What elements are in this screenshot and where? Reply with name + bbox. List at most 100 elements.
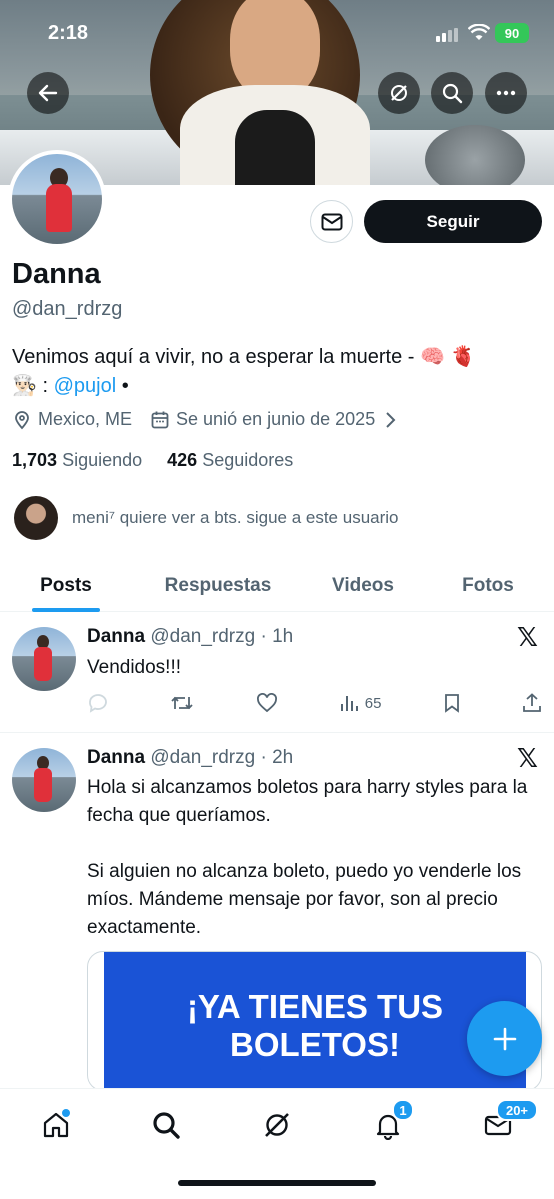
views-icon <box>340 696 358 711</box>
nav-search[interactable] <box>146 1105 186 1145</box>
search-icon <box>153 1112 180 1139</box>
profile-meta: Mexico, ME Se unió en junio de 2025 <box>12 409 397 430</box>
battery-icon: 90 <box>495 23 529 43</box>
tab-label: Fotos <box>462 575 514 596</box>
post-item[interactable]: Danna @dan_rdrzg · 1h 𝕏 Vendidos!!! 65 <box>0 612 554 733</box>
post-handle: @dan_rdrzg <box>150 626 256 647</box>
views-button[interactable]: 65 <box>339 693 382 713</box>
nav-home[interactable] <box>36 1105 76 1145</box>
home-indicator <box>178 1180 376 1186</box>
tab-respuestas[interactable]: Respuestas <box>132 560 304 612</box>
home-unread-dot <box>62 1109 70 1117</box>
messages-badge: 20+ <box>496 1099 538 1121</box>
wifi-icon <box>468 24 490 40</box>
repost-button[interactable] <box>170 693 194 713</box>
bio-line-1: Venimos aquí a vivir, no a esperar la mu… <box>12 346 476 368</box>
search-icon <box>442 83 463 104</box>
tab-posts[interactable]: Posts <box>0 560 132 612</box>
bookmark-button[interactable] <box>443 693 461 713</box>
grok-icon <box>391 85 407 101</box>
following-count: 1,703 <box>12 450 58 470</box>
tab-label: Posts <box>40 575 92 596</box>
back-arrow-icon <box>38 84 58 102</box>
message-button[interactable] <box>310 200 353 243</box>
search-button[interactable] <box>431 72 473 114</box>
followers-link[interactable]: 426 Seguidores <box>167 450 293 470</box>
profile-handle: @dan_rdrzg <box>12 298 123 320</box>
profile-bio: Venimos aquí a vivir, no a esperar la mu… <box>12 343 532 401</box>
profile-location: Mexico, ME <box>38 409 133 429</box>
status-bar: 2:18 90 <box>0 18 554 48</box>
notifications-badge: 1 <box>392 1099 414 1121</box>
reply-icon <box>89 694 107 713</box>
chevron-right-icon[interactable] <box>383 411 397 429</box>
share-button[interactable] <box>522 693 542 713</box>
post-time: · 1h <box>260 626 294 647</box>
follow-button[interactable]: Seguir <box>364 200 542 243</box>
media-card-text: ¡YA TIENES TUS BOLETOS! <box>186 988 444 1063</box>
tab-videos[interactable]: Videos <box>304 560 422 612</box>
messages-count: 20+ <box>505 1102 529 1118</box>
repost-icon <box>171 696 193 710</box>
bio-suffix: • <box>116 375 129 397</box>
grok-icon <box>265 1113 289 1137</box>
following-link[interactable]: 1,703 Siguiendo <box>12 450 142 470</box>
post-time: · 2h <box>260 747 294 768</box>
profile-tabs: Posts Respuestas Videos Fotos <box>0 560 554 612</box>
nav-grok[interactable] <box>257 1105 297 1145</box>
grok-button[interactable] <box>378 72 420 114</box>
mutual-text: meni⁷ quiere ver a bts. sigue a este usu… <box>72 508 399 527</box>
tab-label: Videos <box>332 575 394 596</box>
views-count: 65 <box>364 694 382 712</box>
mutual-follower[interactable]: meni⁷ quiere ver a bts. sigue a este usu… <box>14 496 399 540</box>
post-actions: 65 <box>87 688 542 718</box>
location-icon <box>15 410 29 429</box>
mutual-avatar <box>14 496 58 540</box>
post-text: Hola si alcanzamos boletos para harry st… <box>87 774 537 942</box>
post-avatar[interactable] <box>12 748 76 812</box>
post-author[interactable]: Danna <box>87 626 145 647</box>
media-card-image: ¡YA TIENES TUS BOLETOS! <box>104 952 526 1090</box>
share-icon <box>523 693 541 712</box>
post-handle: @dan_rdrzg <box>150 747 256 768</box>
post-text-paragraph: Si alguien no alcanza boleto, puedo yo v… <box>87 861 522 938</box>
profile-joined[interactable]: Se unió en junio de 2025 <box>176 409 375 430</box>
bio-line-2: 👨🏻‍🍳 : @pujol • <box>12 372 532 401</box>
status-time: 2:18 <box>48 22 89 44</box>
more-button[interactable] <box>485 72 527 114</box>
followers-label: Seguidores <box>202 450 294 470</box>
x-logo-icon: 𝕏 <box>517 743 538 773</box>
like-button[interactable] <box>256 693 278 713</box>
bio-prefix: 👨🏻‍🍳 : <box>12 375 54 397</box>
heart-icon <box>256 693 277 713</box>
post-header: Danna @dan_rdrzg · 1h <box>87 626 293 648</box>
plus-icon <box>493 1027 516 1050</box>
post-text: Vendidos!!! <box>87 657 182 678</box>
back-button[interactable] <box>27 72 69 114</box>
reply-button[interactable] <box>87 693 109 713</box>
calendar-icon <box>151 411 169 428</box>
tab-label: Respuestas <box>164 575 272 596</box>
follow-stats: 1,703 Siguiendo 426 Seguidores <box>12 450 293 471</box>
profile-avatar[interactable] <box>8 150 106 248</box>
tab-fotos[interactable]: Fotos <box>422 560 554 612</box>
following-label: Siguiendo <box>62 450 143 470</box>
post-avatar[interactable] <box>12 627 76 691</box>
x-logo-icon: 𝕏 <box>517 622 538 652</box>
nav-notifications[interactable]: 1 <box>368 1099 414 1145</box>
signal-icon <box>436 28 458 42</box>
profile-name: Danna <box>12 258 101 290</box>
more-dots-icon <box>496 90 516 96</box>
bookmark-icon <box>444 694 459 713</box>
post-text-paragraph: Hola si alcanzamos boletos para harry st… <box>87 777 528 826</box>
mail-icon <box>321 213 342 230</box>
post-header: Danna @dan_rdrzg · 2h <box>87 747 293 769</box>
bio-mention-link[interactable]: @pujol <box>54 375 117 397</box>
compose-button[interactable] <box>467 1001 542 1076</box>
banner-top <box>235 110 315 185</box>
nav-messages[interactable]: 20+ <box>478 1099 538 1145</box>
followers-count: 426 <box>167 450 198 470</box>
post-author[interactable]: Danna <box>87 747 145 768</box>
notifications-count: 1 <box>399 1102 407 1118</box>
battery-level: 90 <box>504 25 520 41</box>
